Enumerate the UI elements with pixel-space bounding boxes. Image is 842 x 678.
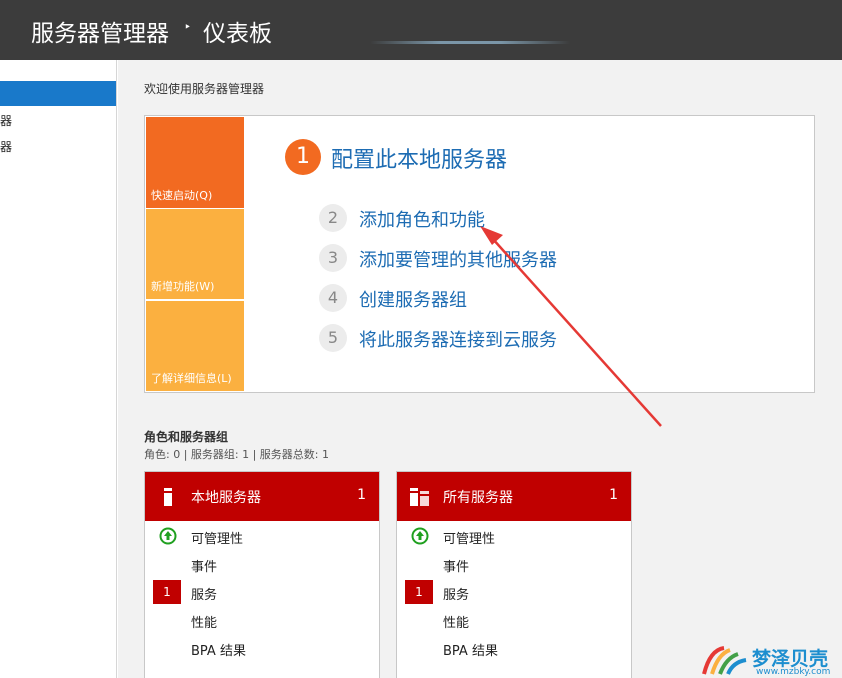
status-up-icon (159, 527, 177, 545)
card-row-performance[interactable]: 性能 (443, 612, 469, 631)
roles-summary: 角色: 0 | 服务器组: 1 | 服务器总数: 1 (144, 448, 330, 461)
title-bar: 服务器管理器 ‣ 仪表板 (0, 0, 842, 60)
card-row-manageability[interactable]: 可管理性 (191, 528, 243, 547)
step-number-3: 3 (319, 244, 347, 272)
tile-learn-more[interactable]: 了解详细信息(L) (146, 301, 244, 391)
sidebar-item-local-server[interactable]: 器 (0, 112, 12, 129)
roles-heading: 角色和服务器组 (144, 430, 229, 444)
card-row-bpa-results[interactable]: BPA 结果 (191, 640, 246, 659)
card-row-performance[interactable]: 性能 (191, 612, 217, 631)
step-link-add-other-servers[interactable]: 添加要管理的其他服务器 (359, 246, 557, 272)
sidebar-item-dashboard[interactable] (0, 81, 116, 106)
tile-learn-more-label: 了解详细信息(L) (151, 372, 232, 385)
step-link-connect-cloud-services[interactable]: 将此服务器连接到云服务 (359, 326, 557, 352)
step-number-5: 5 (319, 324, 347, 352)
step-link-add-roles-features[interactable]: 添加角色和功能 (359, 206, 485, 232)
sidebar-item-all-servers[interactable]: 器 (0, 138, 12, 155)
tile-quick-start-label: 快速启动(Q) (151, 189, 213, 202)
breadcrumb-separator-icon: ‣ (184, 20, 192, 34)
watermark: 梦泽贝壳 www.mzbky.com (700, 640, 842, 678)
step-number-2: 2 (319, 204, 347, 232)
services-alert-badge: 1 (405, 580, 433, 604)
card-count: 1 (357, 487, 366, 503)
card-all-servers[interactable]: 所有服务器 1 可管理性 事件 1 服务 性能 BPA 结果 (396, 471, 632, 678)
watermark-url: www.mzbky.com (756, 667, 831, 677)
welcome-panel: 快速启动(Q) 新增功能(W) 了解详细信息(L) 1 配置此本地服务器 2 添… (144, 115, 815, 393)
card-row-services[interactable]: 服务 (443, 584, 469, 603)
card-title: 所有服务器 (443, 490, 513, 506)
card-header[interactable]: 本地服务器 1 (145, 472, 379, 521)
app-title: 服务器管理器 (31, 21, 169, 47)
services-alert-badge: 1 (153, 580, 181, 604)
servers-icon (410, 488, 429, 506)
tile-whats-new-label: 新增功能(W) (151, 280, 215, 293)
card-row-services[interactable]: 服务 (191, 584, 217, 603)
card-row-manageability[interactable]: 可管理性 (443, 528, 495, 547)
card-local-server[interactable]: 本地服务器 1 可管理性 事件 1 服务 性能 BPA 结果 (144, 471, 380, 678)
tile-quick-start[interactable]: 快速启动(Q) (146, 117, 244, 208)
card-count: 1 (609, 487, 618, 503)
page-title[interactable]: 仪表板 (203, 14, 272, 48)
server-icon (164, 488, 172, 506)
shell-logo-icon (702, 646, 747, 675)
card-title: 本地服务器 (191, 490, 261, 506)
card-row-events[interactable]: 事件 (443, 556, 469, 575)
dashboard-main: 欢迎使用服务器管理器 快速启动(Q) 新增功能(W) 了解详细信息(L) 1 配… (118, 60, 842, 678)
card-row-bpa-results[interactable]: BPA 结果 (443, 640, 498, 659)
title-glow-decoration (370, 41, 570, 44)
status-up-icon (411, 527, 429, 545)
card-header[interactable]: 所有服务器 1 (397, 472, 631, 521)
step-number-4: 4 (319, 284, 347, 312)
step-link-create-server-group[interactable]: 创建服务器组 (359, 286, 467, 312)
card-row-events[interactable]: 事件 (191, 556, 217, 575)
tile-whats-new[interactable]: 新增功能(W) (146, 209, 244, 299)
step-number-1: 1 (285, 139, 321, 175)
sidebar: 器 器 (0, 60, 117, 678)
step-link-configure-local-server[interactable]: 配置此本地服务器 (331, 142, 507, 174)
welcome-heading: 欢迎使用服务器管理器 (144, 82, 265, 96)
